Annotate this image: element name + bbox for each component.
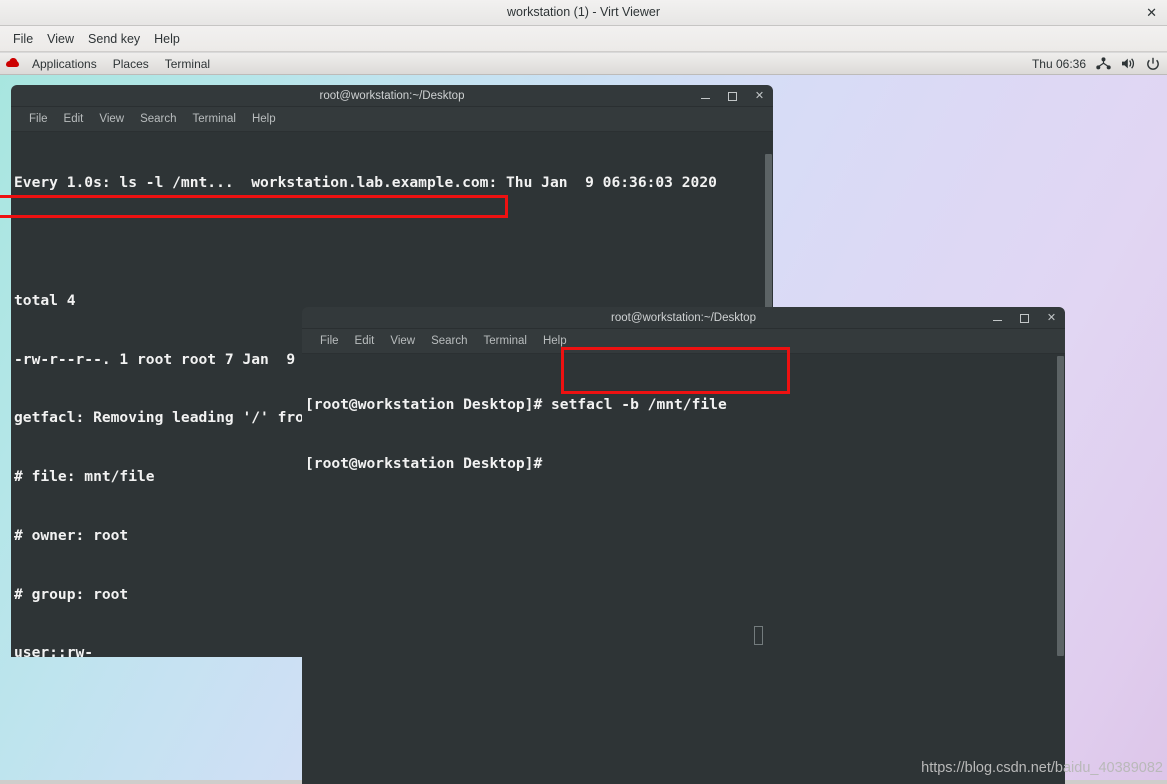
terminal-window-2[interactable]: root@workstation:~/Desktop ✕ File Edit V…	[302, 307, 1065, 784]
terminal-1-titlebar[interactable]: root@workstation:~/Desktop ✕	[11, 85, 773, 107]
terminal-2-maximize-button[interactable]	[1019, 313, 1030, 324]
power-icon[interactable]	[1146, 57, 1160, 71]
terminal-1-menu-view[interactable]: View	[91, 111, 132, 127]
terminal-2-window-buttons: ✕	[992, 307, 1057, 329]
menu-file[interactable]: File	[6, 29, 40, 49]
terminal-1-minimize-button[interactable]	[700, 91, 711, 102]
gnome-top-panel: Applications Places Terminal Thu 06:36	[0, 53, 1167, 75]
panel-status-area: Thu 06:36	[1032, 57, 1167, 71]
terminal-2-minimize-button[interactable]	[992, 313, 1003, 324]
virt-viewer-menubar: File View Send key Help	[0, 26, 1167, 52]
terminal-1-menu-terminal[interactable]: Terminal	[185, 111, 244, 127]
menu-send-key[interactable]: Send key	[81, 29, 147, 49]
terminal-2-menu-help[interactable]: Help	[535, 333, 575, 349]
terminal-2-menubar: File Edit View Search Terminal Help	[302, 329, 1065, 354]
terminal-1-menu-edit[interactable]: Edit	[56, 111, 92, 127]
terminal-2-menu-search[interactable]: Search	[423, 333, 475, 349]
terminal-1-line	[14, 232, 773, 252]
terminal-2-scrollbar-thumb[interactable]	[1057, 356, 1064, 656]
screen-root: workstation (1) - Virt Viewer ✕ File Vie…	[0, 0, 1167, 784]
terminal-2-menu-terminal[interactable]: Terminal	[476, 333, 535, 349]
terminal-2-titlebar[interactable]: root@workstation:~/Desktop ✕	[302, 307, 1065, 329]
panel-applications-menu[interactable]: Applications	[24, 55, 105, 73]
terminal-1-menu-help[interactable]: Help	[244, 111, 284, 127]
volume-icon[interactable]	[1121, 57, 1136, 70]
menu-help[interactable]: Help	[147, 29, 187, 49]
terminal-2-menu-file[interactable]: File	[312, 333, 347, 349]
network-icon[interactable]	[1096, 57, 1111, 70]
redhat-logo-icon	[5, 56, 21, 72]
watermark-text: https://blog.csdn.net/baidu_40389082	[921, 760, 1163, 776]
terminal-2-menu-view[interactable]: View	[382, 333, 423, 349]
terminal-1-maximize-button[interactable]	[727, 91, 738, 102]
terminal-2-title: root@workstation:~/Desktop	[611, 312, 756, 324]
terminal-1-window-buttons: ✕	[700, 85, 765, 107]
terminal-1-title: root@workstation:~/Desktop	[319, 90, 465, 102]
virt-viewer-close-button[interactable]: ✕	[1142, 0, 1161, 25]
terminal-1-menubar: File Edit View Search Terminal Help	[11, 107, 773, 132]
terminal-2-text-cursor	[754, 626, 763, 645]
terminal-2-line: [root@workstation Desktop]# setfacl -b /…	[305, 396, 727, 414]
menu-view[interactable]: View	[40, 29, 81, 49]
terminal-1-close-button[interactable]: ✕	[754, 90, 765, 102]
terminal-2-scrollbar[interactable]	[1056, 354, 1065, 784]
virt-viewer-titlebar: workstation (1) - Virt Viewer ✕	[0, 0, 1167, 26]
panel-terminal-window-item[interactable]: Terminal	[157, 55, 218, 73]
terminal-1-menu-search[interactable]: Search	[132, 111, 184, 127]
terminal-2-body[interactable]: [root@workstation Desktop]# setfacl -b /…	[302, 354, 1065, 784]
terminal-2-line: [root@workstation Desktop]#	[305, 454, 552, 472]
terminal-1-menu-file[interactable]: File	[21, 111, 56, 127]
panel-clock[interactable]: Thu 06:36	[1032, 57, 1086, 71]
terminal-2-menu-edit[interactable]: Edit	[347, 333, 383, 349]
panel-places-menu[interactable]: Places	[105, 55, 157, 73]
terminal-2-close-button[interactable]: ✕	[1046, 312, 1057, 324]
terminal-2-output: [root@workstation Desktop]# setfacl -b /…	[302, 354, 1065, 513]
terminal-1-line: Every 1.0s: ls -l /mnt... workstation.la…	[14, 174, 717, 192]
virt-viewer-title: workstation (1) - Virt Viewer	[506, 5, 661, 19]
